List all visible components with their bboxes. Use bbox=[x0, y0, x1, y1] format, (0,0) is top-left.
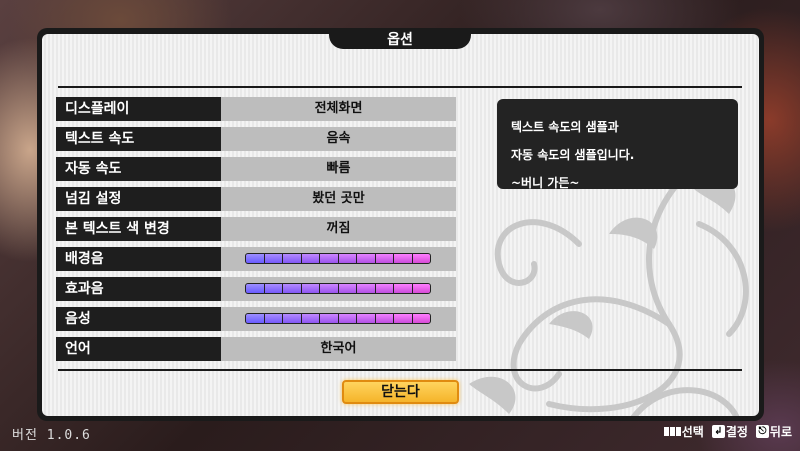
hint-back-label: 뒤로 bbox=[769, 425, 792, 439]
slider-segment[interactable] bbox=[338, 254, 357, 263]
slider-segment[interactable] bbox=[283, 284, 302, 293]
sfx-volume-slider[interactable] bbox=[245, 283, 431, 294]
slider-segment[interactable] bbox=[357, 314, 376, 323]
setting-row-voice[interactable]: 음성 bbox=[56, 307, 456, 331]
slider-segment[interactable] bbox=[283, 254, 302, 263]
setting-label: 음성 bbox=[56, 307, 221, 331]
slider-segment[interactable] bbox=[394, 284, 413, 293]
slider-segment[interactable] bbox=[264, 314, 283, 323]
hint-confirm-label: 결정 bbox=[725, 425, 748, 439]
top-divider bbox=[58, 86, 742, 88]
slider-segment[interactable] bbox=[301, 314, 320, 323]
slider-segment[interactable] bbox=[320, 254, 339, 263]
version-label: 버전 1.0.6 bbox=[12, 428, 91, 443]
text-speed-sample-box: 텍스트 속도의 샘플과 자동 속도의 샘플입니다. ~버니 가든~ bbox=[497, 99, 738, 190]
slider-segment[interactable] bbox=[246, 284, 265, 293]
slider-segment[interactable] bbox=[283, 314, 302, 323]
setting-row-text-speed[interactable]: 텍스트 속도 음속 bbox=[56, 127, 456, 151]
slider-segment[interactable] bbox=[375, 284, 394, 293]
setting-label: 넘김 설정 bbox=[56, 187, 221, 211]
setting-value[interactable]: 음속 bbox=[221, 127, 456, 151]
setting-row-skip[interactable]: 넘김 설정 봤던 곳만 bbox=[56, 187, 456, 211]
slider-segment[interactable] bbox=[338, 284, 357, 293]
setting-row-auto-speed[interactable]: 자동 속도 빠름 bbox=[56, 157, 456, 181]
sample-line: 텍스트 속도의 샘플과 bbox=[511, 120, 619, 134]
control-hints: 선택 ↲ 결정 ⎋ 뒤로 bbox=[660, 423, 792, 440]
setting-label: 디스플레이 bbox=[56, 97, 221, 121]
slider-segment[interactable] bbox=[301, 254, 320, 263]
voice-volume-slider[interactable] bbox=[245, 313, 431, 324]
hint-back: ⎋ 뒤로 bbox=[755, 423, 792, 440]
slider-segment[interactable] bbox=[412, 314, 430, 323]
close-button[interactable]: 닫는다 bbox=[342, 380, 459, 404]
setting-row-read-text-color[interactable]: 본 텍스트 색 변경 꺼짐 bbox=[56, 217, 456, 241]
slider-segment[interactable] bbox=[264, 254, 283, 263]
hint-select: 선택 bbox=[663, 423, 704, 440]
setting-value[interactable]: 한국어 bbox=[221, 337, 456, 361]
setting-value[interactable]: 전체화면 bbox=[221, 97, 456, 121]
hint-confirm: ↲ 결정 bbox=[711, 423, 748, 440]
slider-segment[interactable] bbox=[301, 284, 320, 293]
slider-segment[interactable] bbox=[357, 284, 376, 293]
bgm-volume-slider[interactable] bbox=[245, 253, 431, 264]
slider-segment[interactable] bbox=[412, 254, 430, 263]
setting-label: 본 텍스트 색 변경 bbox=[56, 217, 221, 241]
slider-segment[interactable] bbox=[394, 254, 413, 263]
escape-key-icon: ⎋ bbox=[755, 425, 769, 438]
setting-label: 배경음 bbox=[56, 247, 221, 271]
setting-label: 효과음 bbox=[56, 277, 221, 301]
slider-segment[interactable] bbox=[246, 314, 265, 323]
setting-row-sfx[interactable]: 효과음 bbox=[56, 277, 456, 301]
hint-select-label: 선택 bbox=[681, 425, 704, 439]
slider-segment[interactable] bbox=[375, 314, 394, 323]
bottom-divider bbox=[58, 369, 742, 371]
setting-value[interactable]: 꺼짐 bbox=[221, 217, 456, 241]
enter-key-icon: ↲ bbox=[711, 425, 725, 438]
dialog-title: 옵션 bbox=[329, 28, 471, 49]
setting-value[interactable]: 빠름 bbox=[221, 157, 456, 181]
slider-segment[interactable] bbox=[375, 254, 394, 263]
setting-row-bgm[interactable]: 배경음 bbox=[56, 247, 456, 271]
setting-label: 언어 bbox=[56, 337, 221, 361]
slider-segment[interactable] bbox=[338, 314, 357, 323]
sample-line: ~버니 가든~ bbox=[511, 176, 580, 190]
setting-row-display[interactable]: 디스플레이 전체화면 bbox=[56, 97, 456, 121]
slider-segment[interactable] bbox=[394, 314, 413, 323]
slider-segment[interactable] bbox=[412, 284, 430, 293]
slider-segment[interactable] bbox=[246, 254, 265, 263]
slider-segment[interactable] bbox=[357, 254, 376, 263]
dpad-icon bbox=[663, 427, 681, 436]
slider-segment[interactable] bbox=[320, 284, 339, 293]
setting-value[interactable]: 봤던 곳만 bbox=[221, 187, 456, 211]
setting-row-language[interactable]: 언어 한국어 bbox=[56, 337, 456, 361]
sample-line: 자동 속도의 샘플입니다. bbox=[511, 148, 635, 162]
slider-segment[interactable] bbox=[320, 314, 339, 323]
setting-label: 텍스트 속도 bbox=[56, 127, 221, 151]
slider-segment[interactable] bbox=[264, 284, 283, 293]
setting-label: 자동 속도 bbox=[56, 157, 221, 181]
